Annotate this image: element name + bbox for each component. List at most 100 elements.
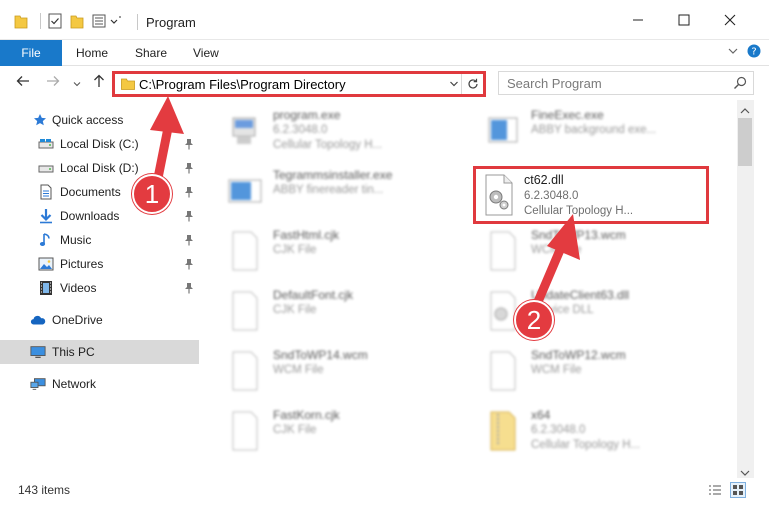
search-box[interactable]: Search Program — [498, 71, 754, 95]
sidebar-item-onedrive[interactable]: OneDrive — [0, 308, 200, 332]
sidebar-item-label: Downloads — [60, 209, 120, 223]
help-icon[interactable]: ? — [747, 44, 761, 61]
file-item[interactable]: x64 6.2.3048.0 Cellular Topology H... — [463, 404, 713, 460]
sidebar-item-label: Local Disk (D:) — [60, 161, 139, 175]
file-name: UpdateClient63.dll — [531, 288, 630, 302]
file-list: program.exe 6.2.3048.0 Cellular Topology… — [205, 100, 737, 474]
sidebar-item-local-disk-d[interactable]: Local Disk (D:) — [0, 156, 200, 180]
sidebar-item-downloads[interactable]: Downloads — [0, 204, 200, 228]
scroll-up-icon[interactable] — [740, 104, 750, 118]
exe-icon — [227, 170, 263, 212]
address-dropdown-icon[interactable] — [449, 76, 459, 95]
tab-file[interactable]: File — [0, 40, 62, 66]
file-item[interactable]: SndToWP13.wcm WCM File — [463, 224, 713, 280]
file-item[interactable]: FastHtml.cjk CJK File — [205, 224, 455, 280]
pin-icon[interactable] — [184, 258, 194, 270]
file-name: Tegrammsinstaller.exe — [273, 168, 393, 182]
pin-icon[interactable] — [184, 138, 194, 150]
computer-icon — [30, 344, 46, 360]
file-item[interactable]: UpdateClient63.dll Service DLL — [463, 284, 713, 340]
documents-icon — [38, 184, 54, 200]
pin-icon[interactable] — [184, 186, 194, 198]
pin-icon[interactable] — [184, 210, 194, 222]
file-name: SndToWP12.wcm — [531, 348, 626, 362]
expand-ribbon-icon[interactable] — [727, 45, 739, 60]
file-detail: CJK File — [273, 304, 317, 316]
star-icon — [32, 112, 48, 128]
pin-icon[interactable] — [184, 162, 194, 174]
sidebar-item-this-pc[interactable]: This PC — [0, 340, 199, 364]
scrollbar-thumb[interactable] — [738, 118, 752, 166]
folder-icon — [121, 78, 135, 90]
disk-icon — [38, 136, 54, 152]
vertical-scrollbar[interactable] — [737, 100, 754, 480]
file-detail: CJK File — [273, 424, 317, 436]
sidebar-item-videos[interactable]: Videos — [0, 276, 200, 300]
properties-icon[interactable] — [48, 12, 62, 30]
file-detail: 6.2.3048.0 — [273, 124, 328, 136]
back-button[interactable] — [16, 74, 30, 91]
large-icons-view-icon[interactable] — [730, 482, 746, 498]
exe-icon — [485, 110, 521, 152]
document-icon — [227, 410, 263, 452]
file-item[interactable]: SndToWP14.wcm WCM File — [205, 344, 455, 400]
details-view-icon[interactable] — [708, 483, 722, 500]
address-row: C:\Program Files\Program Directory Searc… — [0, 66, 769, 100]
document-icon — [485, 350, 521, 392]
sidebar-item-label: Network — [52, 377, 97, 391]
minimize-button[interactable] — [615, 0, 661, 40]
customize-toolbar-icon[interactable] — [92, 12, 122, 30]
file-item[interactable]: FineExec.exe ABBY background exe... — [463, 104, 713, 160]
address-bar[interactable]: C:\Program Files\Program Directory — [112, 71, 486, 97]
sidebar-item-label: OneDrive — [52, 313, 103, 327]
file-name: FastKorn.cjk — [273, 408, 340, 422]
file-detail: ABBY background exe... — [531, 124, 657, 136]
file-name: x64 — [531, 408, 551, 422]
sidebar-item-music[interactable]: Music — [0, 228, 200, 252]
search-input[interactable]: Search Program — [507, 76, 602, 91]
refresh-button[interactable] — [461, 74, 483, 94]
file-name: DefaultFont.cjk — [273, 288, 354, 302]
up-button[interactable] — [92, 74, 106, 91]
file-item[interactable]: program.exe 6.2.3048.0 Cellular Topology… — [205, 104, 455, 160]
tab-home[interactable]: Home — [76, 40, 108, 66]
file-detail: WCM File — [531, 244, 582, 256]
document-icon — [227, 290, 263, 332]
pin-icon[interactable] — [184, 234, 194, 246]
file-name: ct62.dll — [524, 173, 564, 187]
status-bar: 143 items — [0, 478, 769, 502]
sidebar-item-network[interactable]: Network — [0, 372, 200, 396]
file-detail: WCM File — [531, 364, 582, 376]
document-icon — [485, 230, 521, 272]
pin-icon[interactable] — [184, 282, 194, 294]
close-button[interactable] — [707, 0, 753, 40]
sidebar-item-label: Music — [60, 233, 92, 247]
new-folder-icon[interactable] — [70, 12, 84, 30]
selected-file-ct62-dll[interactable]: ct62.dll 6.2.3048.0 Cellular Topology H.… — [473, 166, 709, 224]
file-item[interactable]: DefaultFont.cjk CJK File — [205, 284, 455, 340]
maximize-button[interactable] — [661, 0, 707, 40]
tab-view[interactable]: View — [193, 40, 219, 66]
title-bar: Program — [0, 0, 769, 40]
file-detail: ABBY finereader tin... — [273, 184, 384, 196]
ribbon-tabs: File Home Share View ? — [0, 40, 769, 66]
callout-badge-2: 2 — [514, 300, 554, 340]
file-item[interactable]: SndToWP12.wcm WCM File — [463, 344, 713, 400]
file-name: SndToWP14.wcm — [273, 348, 368, 362]
tab-share[interactable]: Share — [135, 40, 167, 66]
sidebar-item-pictures[interactable]: Pictures — [0, 252, 200, 276]
file-item[interactable]: Tegrammsinstaller.exe ABBY finereader ti… — [205, 164, 455, 220]
file-name: FineExec.exe — [531, 108, 604, 122]
sidebar-item-label: Documents — [60, 185, 121, 199]
search-icon[interactable] — [733, 76, 747, 93]
network-icon — [30, 376, 46, 392]
download-arrow-icon — [38, 208, 54, 224]
document-icon — [227, 230, 263, 272]
disk-icon — [38, 160, 54, 176]
recent-locations-button[interactable] — [72, 76, 82, 92]
address-path: C:\Program Files\Program Directory — [139, 77, 346, 92]
file-item[interactable]: FastKorn.cjk CJK File — [205, 404, 455, 460]
sidebar-item-local-disk-c[interactable]: Local Disk (C:) — [0, 132, 200, 156]
forward-button[interactable] — [46, 74, 60, 91]
sidebar-item-quick-access[interactable]: Quick access — [0, 108, 200, 132]
